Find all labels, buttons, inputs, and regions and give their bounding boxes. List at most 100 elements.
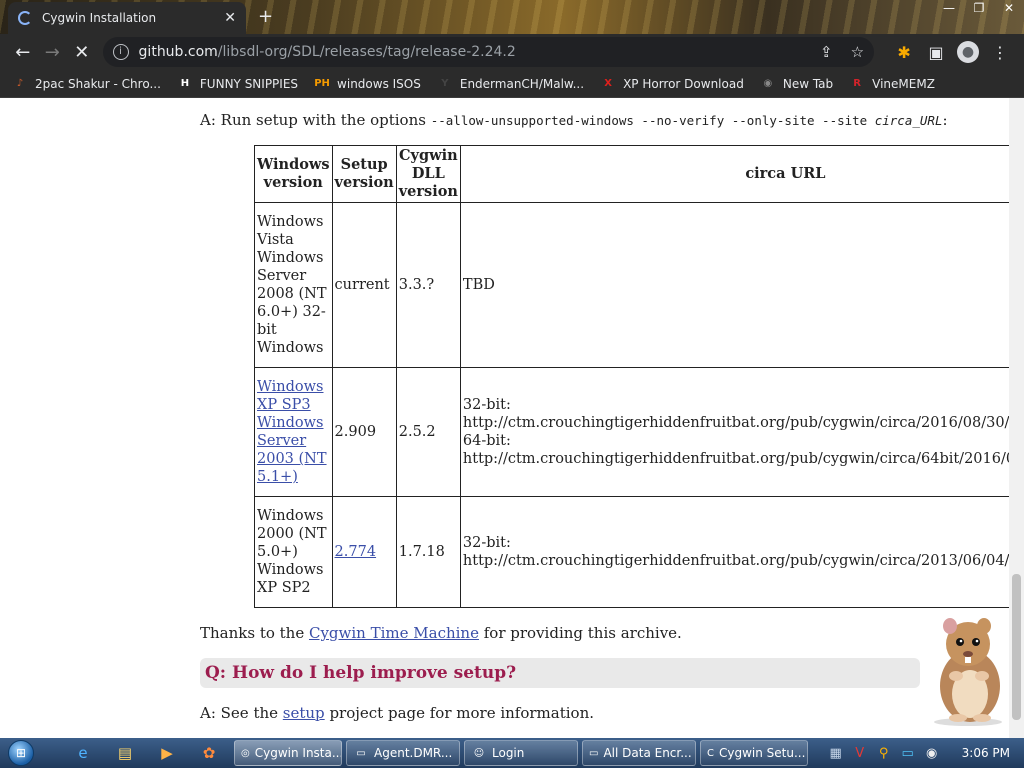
cell-setup: 2.909 (331, 367, 397, 497)
tray-volume-icon[interactable]: ◉ (920, 746, 944, 761)
bookmark-label: VineMEMZ (872, 76, 935, 91)
globe-icon: ◉ (763, 78, 773, 89)
options-code: --allow-unsupported-windows --no-verify … (430, 113, 875, 128)
bookmark-item[interactable]: X XP Horror Download (600, 76, 744, 92)
taskbar-button-label: Login (492, 746, 525, 760)
tray-search-icon[interactable]: ⚲ (872, 746, 896, 761)
bookmark-label: FUNNY SNIPPIES (199, 76, 299, 91)
thanks-text: Thanks to the Cygwin Time Machine for pr… (200, 624, 682, 642)
web-page: A: Run setup with the options --allow-un… (0, 98, 1024, 738)
cell-windows: Windows Vista Windows Server 2008 (NT 6.… (254, 202, 333, 368)
side-panel-icon[interactable]: ▣ (920, 43, 952, 62)
window-icon: ▭ (356, 747, 366, 759)
windows-taskbar: ⊞ e ▤ ▶ ✿ ◎ Cygwin Insta... ▭ Agent.DMR... ☺… (0, 738, 1024, 768)
cygwin-time-machine-link[interactable]: Cygwin Time Machine (309, 624, 479, 642)
url32-label: 32-bit: (462, 397, 511, 413)
address-bar[interactable]: i github.com/libsdl-org/SDL/releases/tag… (102, 37, 875, 67)
taskbar-button-label: Cygwin Setu... (718, 746, 806, 760)
tray-v-icon[interactable]: V (848, 746, 872, 761)
question-text: Q: How do I help improve setup? (205, 663, 517, 683)
url-host: github.com (138, 44, 218, 60)
system-tray: ▦ V ⚲ ▭ ◉ 3:06 PM (824, 746, 1024, 761)
internet-explorer-icon[interactable]: e (62, 744, 104, 762)
circa-table: Windows version Setup version Cygwin DLL… (254, 145, 1024, 608)
url-path: /libsdl-org/SDL/releases/tag/release-2.2… (217, 44, 516, 60)
media-player-icon[interactable]: ▶ (146, 744, 188, 762)
cell-windows: Windows XP SP3 Windows Server 2003 (NT 5… (254, 367, 333, 497)
browser-toolbar: ← → ✕ i github.com/libsdl-org/SDL/releas… (0, 34, 1024, 70)
minimize-icon[interactable]: — (934, 0, 964, 18)
h-icon: H (180, 78, 190, 89)
taskbar-button[interactable]: ◎ Cygwin Insta... (234, 740, 342, 766)
taskbar-button[interactable]: ▭ All Data Encr... (582, 740, 696, 766)
answer2-suffix: project page for more information. (324, 704, 595, 722)
back-icon[interactable]: ← (8, 37, 38, 67)
cell-url: TBD (459, 202, 1024, 368)
bookmark-item[interactable]: R VineMEMZ (849, 76, 935, 92)
bookmark-item[interactable]: ♪ 2pac Shakur - Chro... (12, 76, 161, 92)
ph-icon: PH (314, 78, 330, 89)
thanks-prefix: Thanks to the (200, 624, 309, 642)
url32-value: http://ctm.crouchingtigerhiddenfruitbat.… (462, 415, 1024, 431)
start-button[interactable]: ⊞ (0, 738, 42, 768)
header-setup-version: Setup version (331, 145, 397, 203)
windows-logo-icon: ⊞ (8, 740, 34, 766)
taskbar-button[interactable]: ☺ Login (464, 740, 578, 766)
menu-dots-icon[interactable]: ⋮ (984, 43, 1016, 62)
url32-label: 32-bit: (462, 535, 511, 551)
question-heading: Q: How do I help improve setup? (200, 658, 920, 688)
page-scrollbar[interactable] (1009, 98, 1024, 738)
close-tab-icon[interactable]: ✕ (224, 10, 236, 26)
hamster-mascot-icon (934, 618, 1002, 726)
bookmark-item[interactable]: ◉ New Tab (760, 76, 833, 92)
site-info-icon[interactable]: i (112, 44, 129, 60)
extensions-icon[interactable]: ✱ (888, 43, 920, 62)
bookmark-item[interactable]: Y EndermanCH/Malw... (437, 76, 584, 92)
setup-options-code: --allow-unsupported-windows --no-verify … (431, 113, 943, 128)
header-dll-version: Cygwin DLL version (395, 145, 461, 203)
app-quicklaunch-icon[interactable]: ✿ (188, 744, 230, 762)
taskbar-button-label: All Data Encr... (603, 746, 692, 760)
cell-dll: 1.7.18 (395, 496, 461, 608)
2pac-icon: ♪ (16, 78, 24, 89)
share-icon[interactable]: ⇪ (820, 43, 833, 61)
tab-strip: Cygwin Installation ✕ + — ❐ ✕ (0, 0, 1024, 34)
window-controls: — ❐ ✕ (934, 0, 1024, 18)
youtube-poop-icon: Y (441, 78, 449, 89)
taskbar-button-label: Cygwin Insta... (254, 746, 342, 760)
answer-see-setup: A: See the setup project page for more i… (200, 704, 594, 722)
cell-url: 32-bit: http://ctm.crouchingtigerhiddenf… (459, 367, 1024, 497)
bookmark-star-icon[interactable]: ☆ (851, 43, 864, 61)
clock[interactable]: 3:06 PM (962, 746, 1010, 760)
profile-avatar-icon[interactable]: ● (957, 41, 980, 63)
stop-loading-icon[interactable]: ✕ (67, 37, 97, 67)
tray-network-icon[interactable]: ▭ (896, 746, 920, 761)
answer2-prefix: A: See the (200, 704, 283, 722)
taskbar-button[interactable]: ▭ Agent.DMR... (346, 740, 460, 766)
setup-project-link[interactable]: setup (283, 704, 325, 722)
tray-app-icon[interactable]: ▦ (824, 746, 848, 761)
quick-launch: e ▤ ▶ ✿ (62, 744, 230, 762)
answer-text: A: Run setup with the options (200, 111, 431, 129)
url32-value: http://ctm.crouchingtigerhiddenfruitbat.… (462, 553, 1024, 569)
file-explorer-icon[interactable]: ▤ (104, 744, 146, 762)
taskbar-button[interactable]: C Cygwin Setu... (700, 740, 808, 766)
bookmark-item[interactable]: H FUNNY SNIPPIES (177, 76, 298, 92)
thanks-suffix: for providing this archive. (478, 624, 682, 642)
scrollbar-thumb[interactable] (1012, 574, 1021, 720)
url64-label: 64-bit: (462, 433, 511, 449)
browser-tab[interactable]: Cygwin Installation ✕ (8, 2, 246, 34)
new-tab-icon[interactable]: + (258, 6, 273, 27)
windows-xp-sp3-link[interactable]: Windows XP SP3 Windows Server 2003 (NT 5… (257, 379, 327, 485)
answer-run-setup: A: Run setup with the options --allow-un… (200, 111, 948, 129)
forward-icon[interactable]: → (38, 37, 68, 67)
restore-icon[interactable]: ❐ (964, 0, 994, 18)
x-icon: X (604, 78, 612, 89)
header-windows-version: Windows version (254, 145, 333, 203)
setup-2774-link[interactable]: 2.774 (335, 544, 377, 560)
close-window-icon[interactable]: ✕ (994, 0, 1024, 18)
bookmark-label: EndermanCH/Malw... (459, 76, 585, 91)
bookmark-item[interactable]: PH windows ISOS (314, 76, 421, 92)
cell-setup: 2.774 (331, 496, 397, 608)
bookmark-label: XP Horror Download (623, 76, 744, 91)
